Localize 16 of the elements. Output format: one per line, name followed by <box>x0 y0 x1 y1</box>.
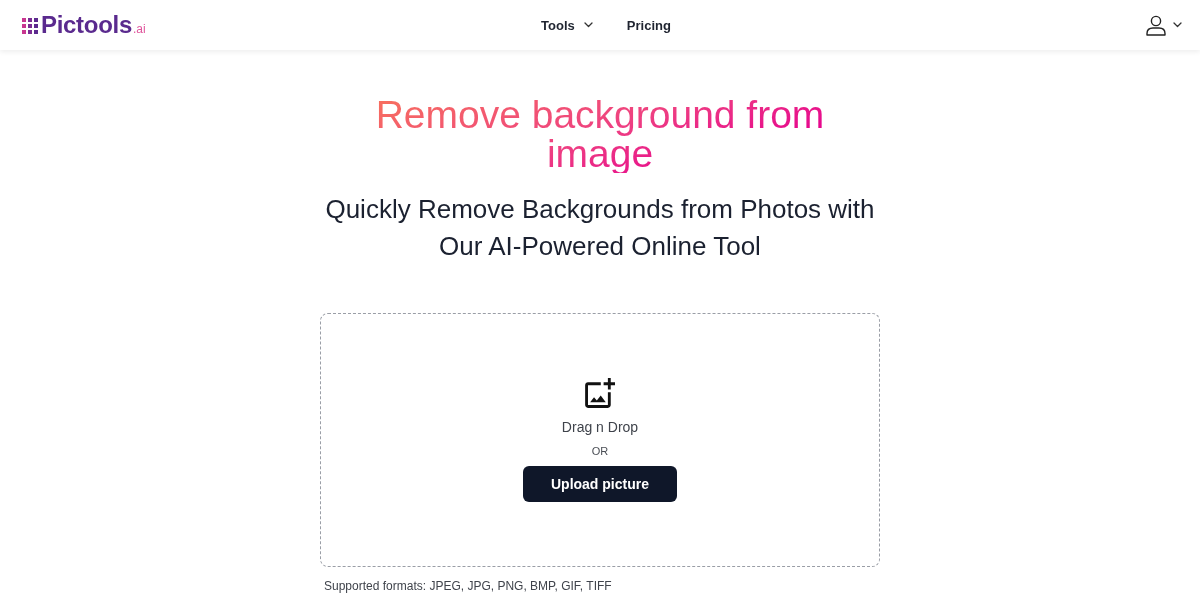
drag-and-drop-label: Drag n Drop <box>561 418 639 436</box>
add-image-icon <box>585 378 615 408</box>
upload-button[interactable]: Upload picture <box>523 466 677 502</box>
logo-wordmark: Pictools <box>41 11 132 39</box>
user-icon <box>1146 14 1166 36</box>
logo-icon <box>22 17 38 34</box>
or-label: OR <box>591 444 609 458</box>
supported-formats-note: Supported formats: JPEG, JPG, PNG, BMP, GIF, TIFF <box>324 578 613 594</box>
caret-icon <box>583 22 593 28</box>
logo-suffix: .ai <box>132 22 146 36</box>
account-menu-button[interactable] <box>1146 14 1182 36</box>
caret-icon <box>1173 22 1182 28</box>
page-subtitle: Quickly Remove Backgrounds from Photos with Our AI-Powered Online Tool <box>324 193 876 263</box>
nav-menu-link[interactable]: Tools <box>541 17 593 33</box>
drop-zone[interactable]: Drag n Drop OR Upload picture <box>320 313 880 567</box>
nav-link[interactable]: Pricing <box>626 17 671 33</box>
